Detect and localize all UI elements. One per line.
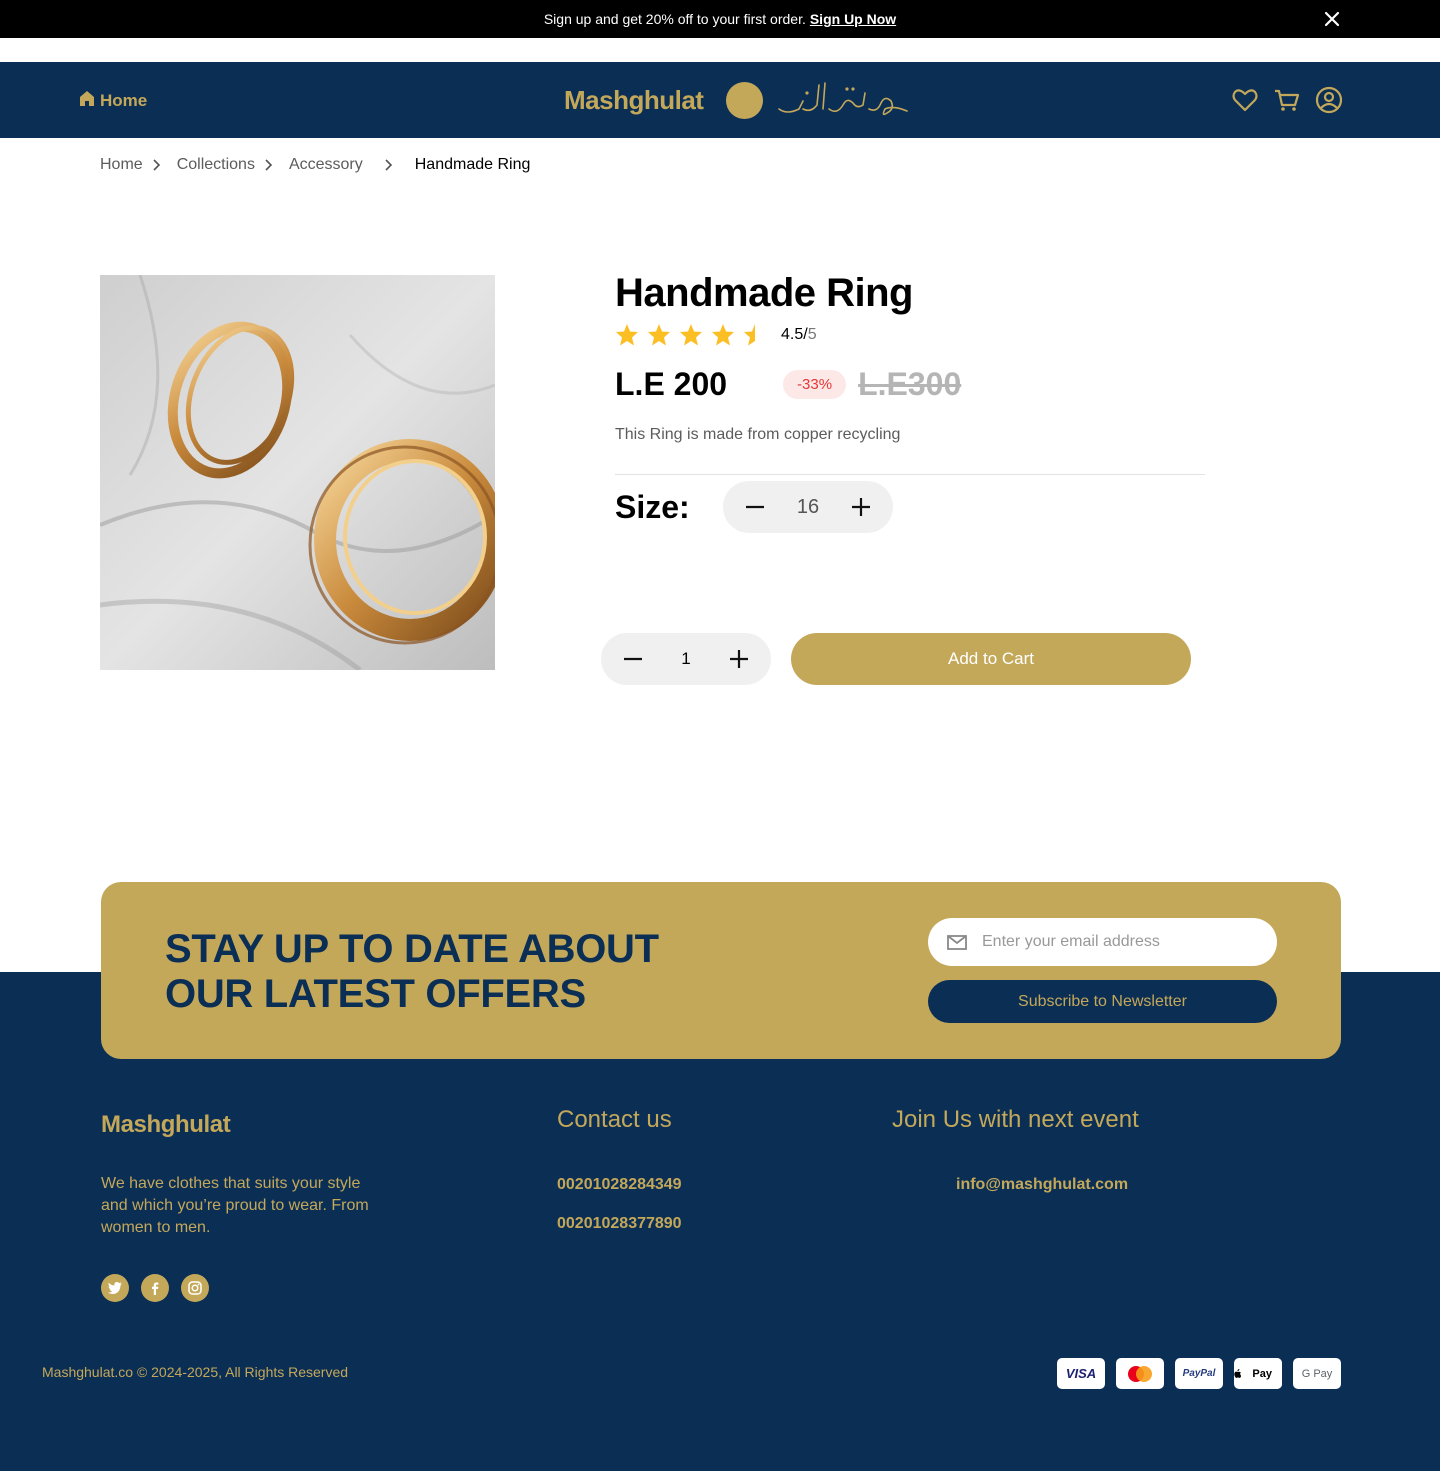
breadcrumb: Home Collections Accessory Handmade Ring [100, 156, 530, 174]
original-price: L.E300 [858, 365, 962, 402]
event-heading: Join Us with next event [892, 1106, 1139, 1133]
paypal-icon: PayPal [1175, 1358, 1223, 1389]
chevron-right-icon [149, 157, 165, 173]
contact-heading: Contact us [557, 1106, 672, 1133]
add-to-cart-button[interactable]: Add to Cart [791, 633, 1191, 685]
email-link[interactable]: info@mashghulat.com [956, 1176, 1128, 1194]
home-icon [79, 90, 95, 112]
home-label: Home [100, 91, 148, 110]
chevron-right-icon [381, 157, 397, 173]
footer-about: We have clothes that suits your style an… [101, 1175, 369, 1236]
newsletter-heading: STAY UP TO DATE ABOUT OUR LATEST OFFERS [165, 927, 725, 1017]
product-description: This Ring is made from copper recycling [615, 426, 901, 443]
footer-brand[interactable]: Mashghulat [101, 1111, 231, 1139]
twitter-icon[interactable] [101, 1274, 129, 1302]
breadcrumb-current: Handmade Ring [414, 156, 531, 173]
site-header: Home Mashghulat [0, 62, 1440, 138]
apple-pay-icon: Pay [1234, 1358, 1282, 1389]
product-rating: 4.5/5 [615, 322, 1205, 348]
google-pay-icon: G Pay [1293, 1358, 1341, 1389]
brand-arabic-logo [777, 75, 909, 126]
brand-dot [726, 81, 764, 119]
minus-icon[interactable] [743, 495, 767, 519]
minus-icon[interactable] [621, 647, 645, 671]
email-field[interactable] [982, 933, 1252, 951]
heart-icon[interactable] [1231, 86, 1259, 114]
instagram-icon[interactable] [181, 1274, 209, 1302]
sign-up-link[interactable]: Sign Up Now [810, 11, 896, 27]
rating-text: 4.5/5 [781, 326, 817, 344]
subscribe-button[interactable]: Subscribe to Newsletter [928, 980, 1277, 1023]
phone-link-1[interactable]: 00201028284349 [557, 1176, 682, 1194]
social-links [101, 1274, 209, 1302]
header-actions [1231, 86, 1343, 114]
newsletter-heading-line1: STAY UP TO DATE ABOUT [165, 927, 659, 971]
newsletter-banner: STAY UP TO DATE ABOUT OUR LATEST OFFERS … [101, 882, 1341, 1059]
user-icon[interactable] [1315, 86, 1343, 114]
size-label: Size: [615, 488, 690, 525]
discount-badge: -33% [783, 369, 847, 399]
product-info: Handmade Ring 4.5/5 L.E 200 -33% L.E300 … [615, 270, 1205, 533]
apple-pay-label: Pay [1242, 1358, 1282, 1389]
size-value: 16 [796, 495, 820, 518]
add-to-cart-row: 1 Add to Cart [601, 633, 1191, 685]
breadcrumb-collections[interactable]: Collections [177, 156, 255, 174]
email-field-wrapper [928, 918, 1277, 966]
product-title: Handmade Ring [615, 271, 913, 315]
brand-logo[interactable]: Mashghulat [564, 76, 909, 124]
visa-icon: VISA [1057, 1358, 1105, 1389]
chevron-right-icon [261, 157, 277, 173]
price-row: L.E 200 -33% L.E300 [615, 364, 1205, 404]
product-image[interactable] [100, 275, 495, 670]
plus-icon[interactable] [727, 647, 751, 671]
divider [615, 474, 1205, 475]
payment-methods: VISA PayPal Pay G Pay [1057, 1358, 1341, 1389]
phone-link-2[interactable]: 00201028377890 [557, 1215, 682, 1233]
quantity-value: 1 [681, 649, 691, 668]
copyright-text: Mashghulat.co © 2024-2025, All Rights Re… [42, 1364, 349, 1380]
brand-name: Mashghulat [564, 84, 704, 115]
rating-value: 4.5/ [781, 326, 808, 343]
close-icon[interactable] [1322, 9, 1342, 29]
half-star-icon [744, 324, 755, 346]
current-price: L.E 200 [615, 365, 728, 402]
size-stepper: 16 [723, 481, 893, 533]
quantity-stepper: 1 [601, 633, 771, 685]
star-icon [712, 324, 734, 346]
rating-stars [615, 323, 767, 347]
star-icon [616, 324, 638, 346]
star-icon [680, 324, 702, 346]
announcement-text: Sign up and get 20% off to your first or… [543, 11, 806, 27]
breadcrumb-home[interactable]: Home [100, 156, 143, 174]
breadcrumb-accessory[interactable]: Accessory [289, 156, 363, 174]
facebook-icon[interactable] [141, 1274, 169, 1302]
mastercard-icon [1116, 1358, 1164, 1389]
announcement-bar: Sign up and get 20% off to your first or… [0, 0, 1440, 38]
star-icon [648, 324, 670, 346]
plus-icon[interactable] [849, 495, 873, 519]
cart-icon[interactable] [1273, 86, 1301, 114]
mail-icon [946, 931, 968, 953]
rating-max: 5 [807, 326, 817, 343]
size-selector: Size: 16 [615, 481, 1205, 533]
home-nav-link[interactable]: Home [79, 90, 147, 112]
newsletter-heading-line2: OUR LATEST OFFERS [165, 972, 586, 1016]
